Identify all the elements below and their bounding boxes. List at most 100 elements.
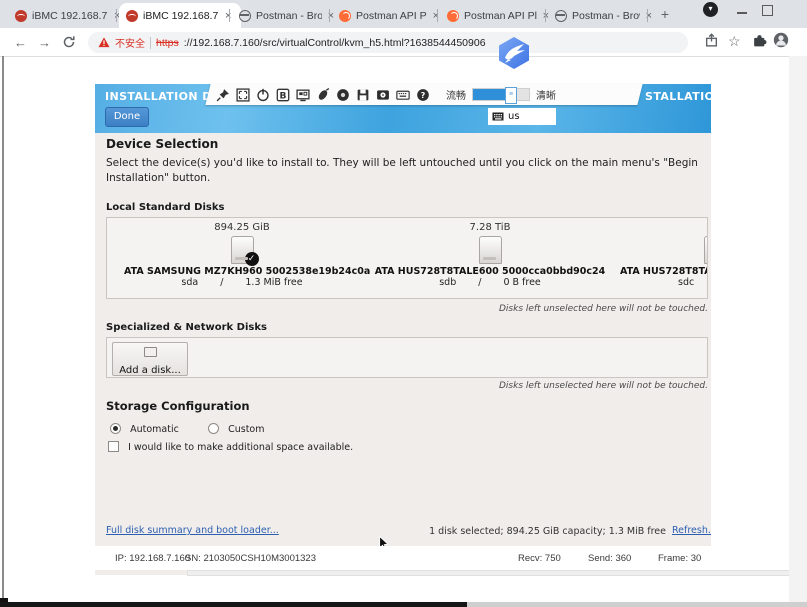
browser-tab-postman-api-1[interactable]: Postman API Platf ×: [332, 3, 446, 28]
svg-text:?: ?: [421, 91, 426, 100]
done-button[interactable]: Done: [105, 107, 149, 127]
kvm-remote-screen[interactable]: INSTALLATION DEST STALLATION Done us Dev…: [95, 84, 711, 575]
reclaim-space-label: I would like to make additional space av…: [128, 442, 353, 453]
tab-separator: [229, 9, 230, 22]
url-text: ://192.168.7.160/src/virtualControl/kvm_…: [184, 37, 486, 49]
disk-name: ATA HUS728T8TALE600 5000cca0bbd90c24: [372, 266, 608, 277]
bottom-edge-dark: [0, 602, 467, 607]
add-disk-icon: [144, 347, 157, 357]
save-icon[interactable]: [356, 88, 370, 102]
share-icon[interactable]: [704, 33, 719, 48]
bird-hexagon-logo: [495, 36, 533, 70]
back-icon[interactable]: ←: [14, 35, 27, 50]
bookmark-star-icon[interactable]: ☆: [728, 33, 741, 50]
url-protocol: https: [156, 37, 179, 49]
mouse-icon[interactable]: [316, 88, 330, 102]
keyboard-layout-indicator[interactable]: us: [488, 108, 556, 125]
kvm-status-bar: IP: 192.168.7.160 SN: 2103050CSH10M30013…: [95, 546, 711, 570]
status-recv: Recv: 750: [518, 553, 561, 564]
cd-rom-icon[interactable]: [376, 88, 390, 102]
disk-sdb[interactable]: 7.28 TiB ATA HUS728T8TALE600 5000cca0bbd…: [372, 222, 608, 288]
globe-favicon: [239, 10, 251, 22]
browser-tab-postman-api-2[interactable]: Postman API Platfo ×: [440, 3, 556, 28]
browser-tab-ibmc-2-active[interactable]: iBMC 192.168.7.16 ×: [119, 3, 241, 28]
url-divider: [150, 37, 151, 49]
browser-tab-ibmc-1[interactable]: iBMC 192.168.7.16 ×: [8, 3, 129, 28]
disk-free-space: 1.3 MiB free: [245, 277, 302, 288]
tab-separator: [437, 9, 438, 22]
postman-favicon: [447, 10, 459, 22]
radio-unselected-icon[interactable]: [208, 423, 219, 434]
custom-label: Custom: [228, 424, 264, 435]
storage-configuration-title: Storage Configuration: [106, 399, 250, 413]
status-ip: IP: 192.168.7.160: [115, 553, 190, 564]
quality-slider-fill: [473, 89, 509, 100]
tab-search-chevron-icon[interactable]: ▾: [703, 2, 718, 17]
disk-size: 7: [620, 222, 708, 233]
refresh-link[interactable]: Refresh...: [672, 525, 711, 536]
kvm-toolbar: B ?: [210, 84, 640, 105]
disk-sdc[interactable]: 7 ATA HUS728T8TAL sdc: [620, 222, 708, 288]
partitioning-custom-option[interactable]: Custom: [208, 417, 265, 436]
fullscreen-icon[interactable]: [236, 88, 250, 102]
profile-avatar[interactable]: [773, 32, 789, 48]
tab-title: iBMC 192.168.7.16: [32, 10, 108, 22]
globe-favicon: [555, 10, 567, 22]
status-send: Send: 360: [588, 553, 631, 564]
record-icon[interactable]: [336, 88, 350, 102]
address-bar[interactable]: 不安全 https ://192.168.7.160/src/virtualCo…: [88, 32, 688, 53]
tab-title: Postman - Browse: [572, 10, 640, 22]
tab-title: Postman - Browse: [256, 10, 322, 22]
disk-dev: sda: [181, 277, 198, 288]
disk-size: 894.25 GiB: [124, 222, 360, 233]
tab-title: iBMC 192.168.7.16: [143, 10, 219, 22]
left-edge-line: [2, 56, 4, 602]
browser-tab-postman-browse-2[interactable]: Postman - Browse ×: [548, 3, 659, 28]
browser-tab-strip: iBMC 192.168.7.16 × iBMC 192.168.7.16 × …: [0, 0, 807, 28]
bottom-edge-light: [467, 602, 807, 607]
add-disk-button[interactable]: Add a disk...: [112, 342, 188, 376]
ibmc-favicon: [15, 10, 27, 22]
disk-mount: /: [220, 277, 223, 288]
postman-favicon: [339, 10, 351, 22]
checkbox-unchecked-icon[interactable]: [108, 441, 119, 452]
help-icon[interactable]: ?: [416, 88, 430, 102]
quality-sharp-label: 清晰: [536, 87, 556, 102]
keyboard-layout-icon: [492, 112, 504, 121]
reclaim-space-option[interactable]: I would like to make additional space av…: [108, 435, 353, 454]
reload-icon[interactable]: [62, 35, 76, 49]
tab-close-icon[interactable]: ×: [433, 10, 439, 22]
partitioning-automatic-option[interactable]: Automatic: [110, 417, 179, 436]
tab-title: Postman API Platfo: [464, 10, 537, 22]
power-icon[interactable]: [256, 88, 270, 102]
quality-slider-handle[interactable]: ≡: [505, 87, 517, 104]
device-selection-description: Select the device(s) you'd like to insta…: [106, 156, 706, 186]
window-maximize-icon[interactable]: [762, 5, 773, 16]
disk-icon: ✓: [231, 236, 254, 264]
video-quality-slider[interactable]: ≡: [472, 88, 530, 101]
keyboard-icon[interactable]: [396, 88, 410, 102]
screenshot-icon[interactable]: [296, 88, 310, 102]
disk-name: ATA HUS728T8TAL: [620, 266, 708, 277]
forward-icon[interactable]: →: [38, 35, 51, 50]
disk-icon: [479, 236, 502, 264]
browser-tab-postman-browse-1[interactable]: Postman - Browse ×: [232, 3, 341, 28]
specialized-disks-panel: Add a disk...: [106, 337, 708, 378]
screenshot-root: iBMC 192.168.7.16 × iBMC 192.168.7.16 × …: [0, 0, 807, 607]
radio-selected-icon[interactable]: [110, 423, 121, 434]
disk-name: ATA SAMSUNG MZ7KH960 5002538e19b24c0a: [124, 266, 360, 277]
new-tab-button[interactable]: +: [656, 6, 674, 24]
disk-sda[interactable]: 894.25 GiB ✓ ATA SAMSUNG MZ7KH960 500253…: [124, 222, 360, 288]
pin-icon[interactable]: [216, 88, 230, 102]
extensions-puzzle-icon[interactable]: [752, 33, 767, 48]
device-selection-title: Device Selection: [106, 137, 218, 151]
selection-summary: 1 disk selected; 894.25 GiB capacity; 1.…: [395, 526, 666, 537]
right-scrollbar-gutter[interactable]: [789, 56, 807, 607]
kvm-horizontal-scrollbar[interactable]: [187, 570, 795, 576]
status-frame: Frame: 30: [658, 553, 701, 564]
window-minimize-icon[interactable]: [737, 12, 747, 14]
ctrl-alt-del-icon[interactable]: B: [276, 88, 290, 102]
full-disk-summary-link[interactable]: Full disk summary and boot loader...: [106, 525, 279, 536]
add-disk-label: Add a disk...: [119, 365, 181, 376]
disk-dev: sdc: [678, 277, 694, 288]
